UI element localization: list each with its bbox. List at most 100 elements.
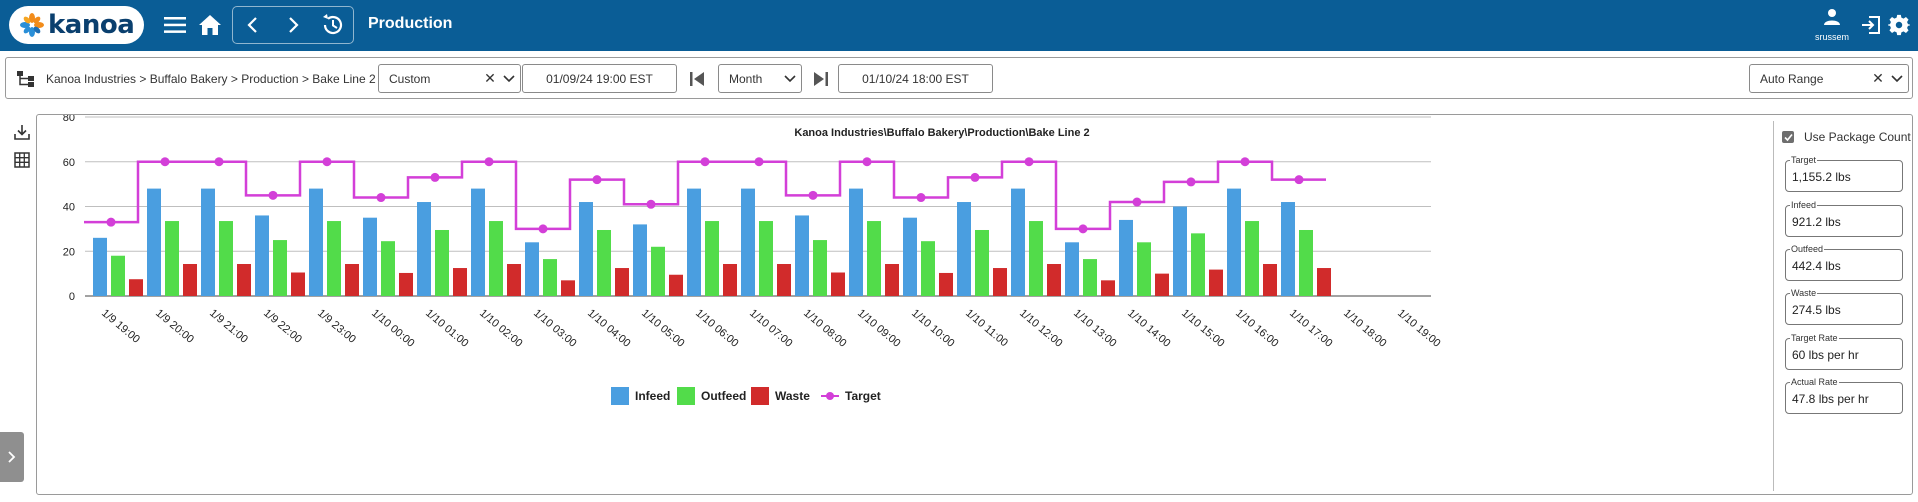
bar-outfeed	[1191, 233, 1205, 296]
skip-forward-icon[interactable]	[812, 70, 830, 88]
bar-outfeed	[867, 221, 881, 296]
asset-tree-icon[interactable]	[16, 70, 36, 88]
bar-outfeed	[1299, 229, 1313, 296]
back-button[interactable]	[238, 10, 268, 40]
bar-infeed	[255, 215, 269, 296]
axis-range-select[interactable]: Auto Range ✕	[1749, 64, 1909, 93]
stat-value: 60 lbs per hr	[1792, 348, 1859, 362]
bar-waste	[129, 279, 143, 296]
target-point	[214, 157, 224, 167]
bar-waste	[453, 268, 467, 296]
bar-infeed	[633, 224, 647, 296]
table-icon[interactable]	[13, 151, 31, 169]
x-tick-label: 1/10 02:00	[477, 307, 525, 350]
filter-bar: Kanoa Industries > Buffalo Bakery > Prod…	[5, 57, 1913, 99]
bar-waste	[561, 280, 575, 296]
end-date-field[interactable]: 01/10/24 18:00 EST	[838, 64, 993, 93]
bar-infeed	[1065, 242, 1079, 296]
home-button[interactable]	[195, 10, 225, 40]
forward-button[interactable]	[278, 10, 308, 40]
bar-infeed	[417, 202, 431, 296]
target-point	[970, 172, 980, 182]
range-mode-select[interactable]: Custom ✕	[378, 64, 521, 93]
start-date-field[interactable]: 01/09/24 19:00 EST	[522, 64, 677, 93]
x-tick-label: 1/10 12:00	[1017, 307, 1065, 350]
target-point	[1024, 157, 1034, 167]
stat-value: 47.8 lbs per hr	[1792, 392, 1869, 406]
y-tick-label: 20	[63, 246, 75, 258]
stat-waste: Waste 274.5 lbs	[1785, 288, 1903, 325]
x-tick-label: 1/10 09:00	[855, 307, 903, 350]
bar-waste	[615, 268, 629, 296]
logout-button[interactable]	[1856, 10, 1886, 40]
bar-outfeed	[975, 229, 989, 296]
bar-waste	[669, 274, 683, 296]
page-title: Production	[368, 15, 453, 32]
clear-icon[interactable]: ✕	[1870, 70, 1886, 87]
bar-waste	[885, 264, 899, 296]
kanoa-logo[interactable]: kanoa	[9, 6, 144, 44]
x-tick-label: 1/9 19:00	[99, 307, 142, 346]
x-tick-label: 1/10 11:00	[963, 307, 1010, 349]
bar-waste	[1155, 273, 1169, 296]
range-mode-value: Custom	[389, 71, 431, 86]
bar-infeed	[309, 188, 323, 296]
user-menu[interactable]: srussem	[1808, 8, 1856, 46]
y-tick-label: 0	[69, 291, 75, 303]
target-point	[538, 224, 548, 234]
breadcrumb[interactable]: Kanoa Industries > Buffalo Bakery > Prod…	[46, 72, 376, 86]
start-date-value: 01/09/24 19:00 EST	[546, 71, 653, 86]
menu-button[interactable]	[160, 10, 190, 40]
chevron-down-icon[interactable]	[498, 74, 520, 83]
end-date-value: 01/10/24 18:00 EST	[862, 71, 969, 86]
bar-infeed	[957, 202, 971, 296]
package-count-checkbox[interactable]	[1782, 131, 1794, 143]
chevron-down-icon[interactable]	[1886, 74, 1908, 83]
target-point	[700, 157, 710, 167]
production-chart[interactable]: 0 20 40 60 80 1/9 19:00 1/9 20:00 1/9 21:00 1/9 …	[37, 115, 1773, 495]
legend-label: Outfeed	[701, 389, 746, 403]
target-point	[322, 157, 332, 167]
bar-outfeed	[759, 221, 773, 296]
stat-label: Actual Rate	[1790, 377, 1839, 387]
stat-target-rate: Target Rate 60 lbs per hr	[1785, 333, 1903, 370]
bar-waste	[183, 264, 197, 296]
bar-infeed	[525, 242, 539, 296]
bar-infeed	[579, 202, 593, 296]
x-tick-label: 1/10 10:00	[909, 307, 957, 350]
bar-waste	[1317, 268, 1331, 296]
x-tick-label: 1/10 06:00	[693, 307, 741, 350]
period-value: Month	[729, 71, 763, 86]
legend-label: Target	[845, 389, 881, 403]
skip-back-icon[interactable]	[688, 70, 706, 88]
bar-infeed	[201, 188, 215, 296]
x-tick-label: 1/10 05:00	[639, 307, 687, 350]
period-select[interactable]: Month	[718, 64, 802, 93]
target-point	[1186, 177, 1196, 187]
download-icon[interactable]	[13, 123, 31, 141]
chevron-down-icon[interactable]	[779, 74, 801, 83]
chevron-left-icon	[247, 17, 257, 33]
bar-waste	[993, 268, 1007, 296]
top-bar: kanoa Production srussem	[0, 0, 1918, 51]
stat-label: Target Rate	[1790, 333, 1839, 343]
legend-marker-point	[826, 392, 834, 400]
stat-label: Target	[1790, 155, 1818, 165]
y-tick-label: 40	[63, 202, 75, 214]
stat-value: 921.2 lbs	[1792, 215, 1841, 229]
chart-panel: Kanoa Industries\Buffalo Bakery\Producti…	[36, 114, 1913, 495]
clear-icon[interactable]: ✕	[482, 70, 498, 87]
bar-outfeed	[921, 241, 935, 296]
bar-outfeed	[1083, 259, 1097, 296]
bar-infeed	[903, 217, 917, 296]
use-package-count-row[interactable]: Use Package Count	[1782, 130, 1911, 144]
bar-infeed	[1119, 219, 1133, 296]
stat-outfeed: Outfeed 442.4 lbs	[1785, 244, 1903, 281]
settings-button[interactable]	[1884, 10, 1914, 40]
bar-infeed	[1011, 188, 1025, 296]
bar-infeed	[741, 188, 755, 296]
target-point	[808, 190, 818, 200]
history-button[interactable]	[317, 10, 347, 40]
x-tick-label: 1/10 19:00	[1395, 307, 1443, 350]
expand-panel-button[interactable]	[0, 432, 24, 482]
